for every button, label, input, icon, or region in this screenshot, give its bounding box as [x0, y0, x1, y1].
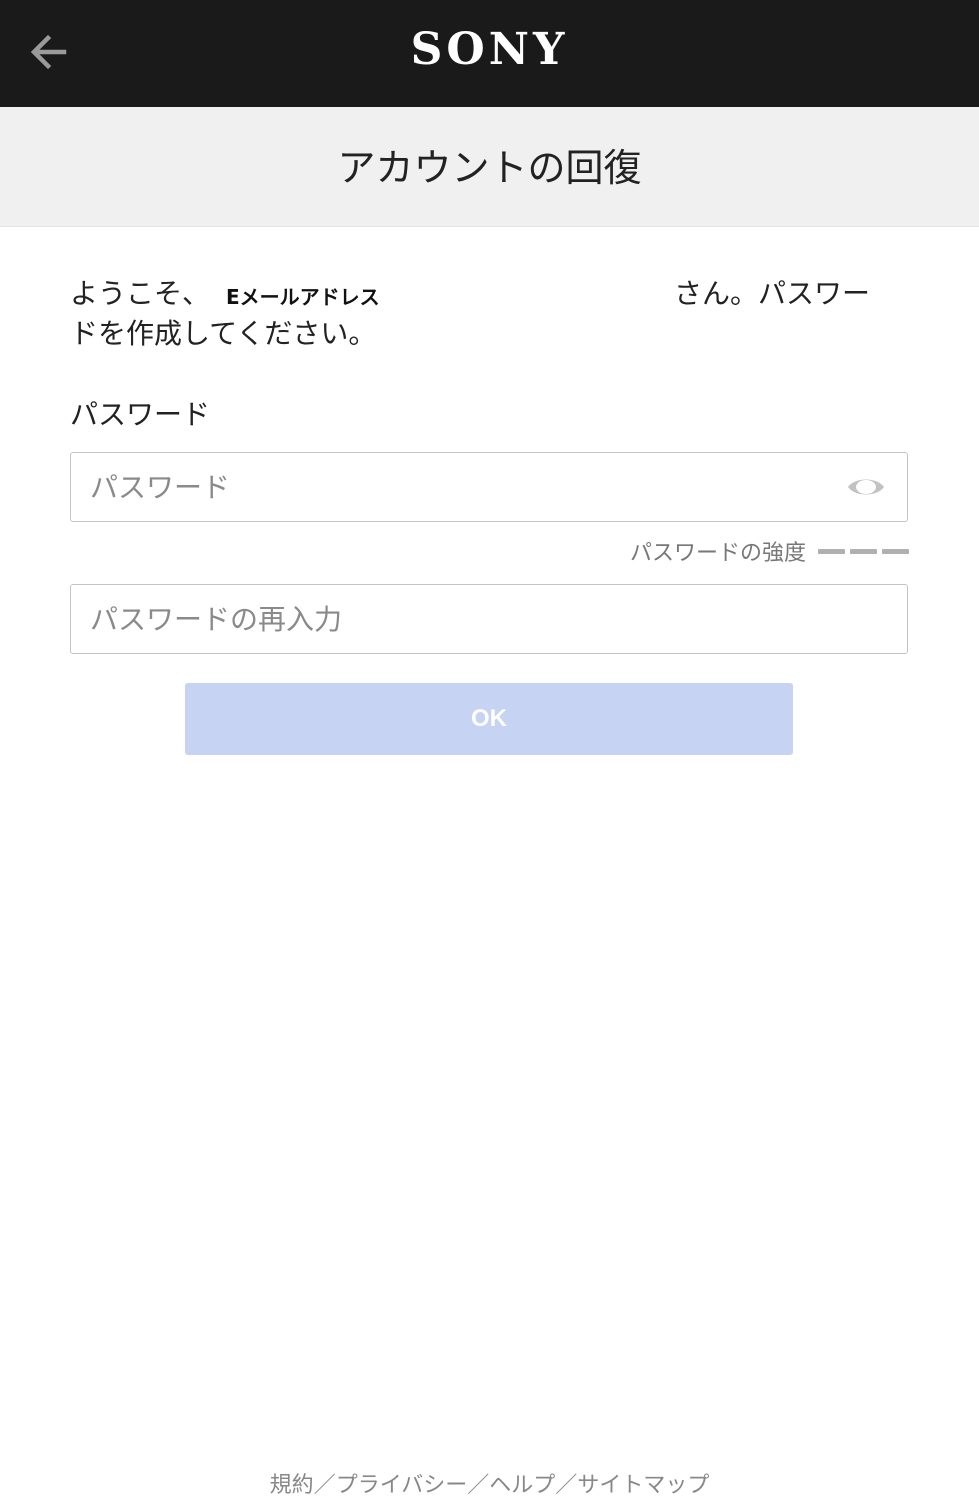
- account-recovery-page: SONY アカウントの回復 ようこそ、 Eメールアドレス さん。パスワー ドを作…: [0, 0, 979, 1511]
- footer-link-help[interactable]: ヘルプ: [489, 1473, 555, 1498]
- strength-bar: [882, 548, 909, 554]
- welcome-message: ようこそ、 Eメールアドレス さん。パスワー ドを作成してください。: [70, 274, 910, 354]
- welcome-line-2: ドを作成してください。: [70, 317, 377, 350]
- eye-icon: [848, 479, 884, 495]
- footer-link-sitemap[interactable]: サイトマップ: [577, 1473, 709, 1498]
- sony-logo: SONY: [410, 24, 569, 75]
- strength-bar: [818, 548, 845, 554]
- ok-button[interactable]: OK: [185, 683, 793, 755]
- password-strength: パスワードの強度: [630, 536, 909, 566]
- footer-separator: ／: [467, 1473, 490, 1498]
- title-bar: アカウントの回復: [0, 107, 979, 227]
- password-field: [70, 452, 908, 522]
- password-strength-meter: [818, 548, 909, 554]
- welcome-suffix: さん。パスワー: [674, 277, 871, 310]
- strength-bar: [850, 548, 877, 554]
- confirm-password-input[interactable]: [71, 585, 907, 653]
- footer-separator: ／: [555, 1473, 578, 1498]
- confirm-password-field: [70, 584, 908, 654]
- top-bar: SONY: [0, 0, 979, 107]
- welcome-line-1: ようこそ、 Eメールアドレス さん。パスワー: [70, 274, 910, 314]
- welcome-email: Eメールアドレス: [226, 285, 380, 309]
- page-title: アカウントの回復: [337, 146, 642, 190]
- show-password-toggle[interactable]: [845, 470, 887, 504]
- password-label: パスワード: [70, 398, 211, 431]
- welcome-prefix: ようこそ、: [70, 277, 211, 310]
- footer-links: 規約／プライバシー／ヘルプ／サイトマップ: [0, 1470, 979, 1502]
- password-input[interactable]: [71, 453, 907, 521]
- password-strength-label: パスワードの強度: [629, 541, 806, 566]
- footer-link-privacy[interactable]: プライバシー: [336, 1473, 468, 1498]
- footer-link-terms[interactable]: 規約: [270, 1473, 314, 1498]
- footer-separator: ／: [313, 1473, 336, 1498]
